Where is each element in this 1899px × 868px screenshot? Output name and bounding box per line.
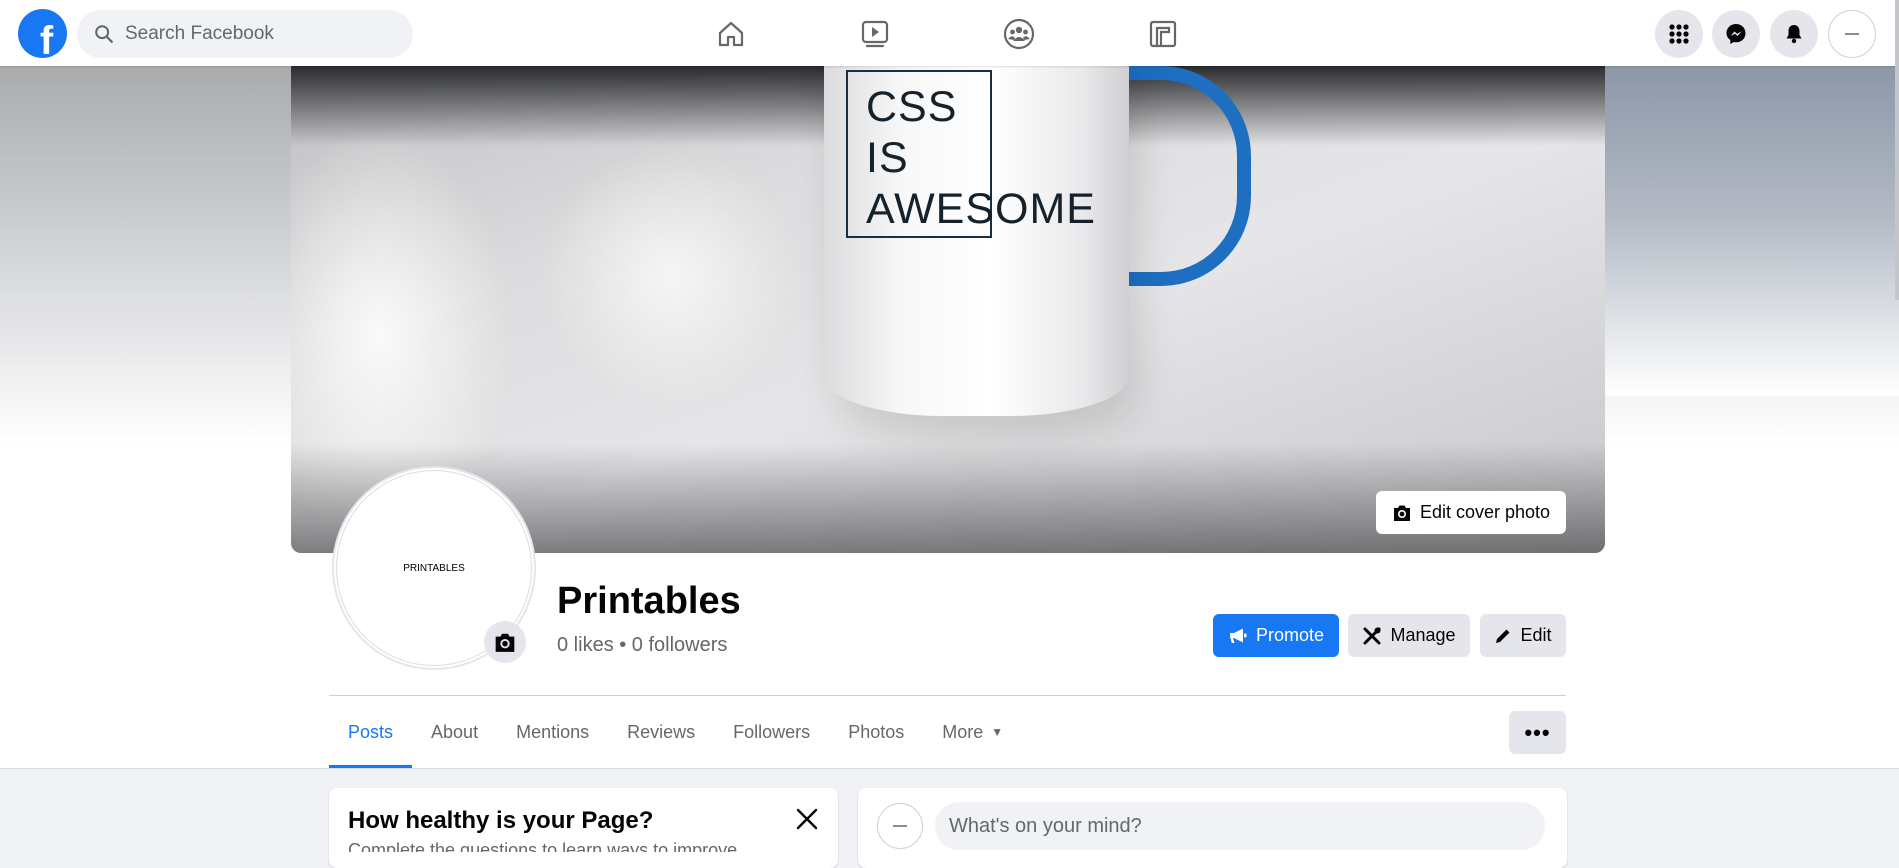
profile-picture-text: PRINTABLES	[403, 562, 465, 574]
tab-mentions[interactable]: Mentions	[497, 696, 608, 768]
logo-letter: f	[39, 19, 54, 58]
mug-text-line: IS	[866, 134, 909, 182]
mug-text: CSS IS AWESOME	[866, 82, 1096, 235]
composer-input[interactable]: What's on your mind?	[935, 802, 1545, 850]
tab-more[interactable]: More ▼	[923, 696, 1022, 768]
tab-label: About	[431, 721, 479, 742]
tab-label: Reviews	[627, 721, 696, 742]
cover-photo[interactable]: CSS IS AWESOME	[291, 66, 1605, 553]
page-title: Printables	[557, 580, 741, 622]
tab-followers[interactable]: Followers	[714, 696, 829, 768]
avatar[interactable]	[877, 803, 923, 849]
menu-grid-icon[interactable]	[1655, 10, 1703, 58]
gaming-icon-svg	[1149, 20, 1177, 48]
groups-icon[interactable]	[997, 12, 1041, 56]
chevron-down-icon: ▼	[991, 725, 1004, 739]
mug-text-line: CSS	[866, 83, 958, 131]
megaphone-icon	[1229, 628, 1247, 643]
manage-button[interactable]: Manage	[1348, 614, 1470, 657]
watch-icon[interactable]	[853, 12, 897, 56]
tab-photos[interactable]: Photos	[829, 696, 923, 768]
tab-reviews[interactable]: Reviews	[608, 696, 714, 768]
tools-icon	[1363, 627, 1381, 644]
notifications-icon[interactable]	[1770, 10, 1818, 58]
more-options-icon: •••	[1524, 719, 1551, 745]
page-stats[interactable]: 0 likes • 0 followers	[557, 634, 727, 657]
menu-grid-icon-svg	[1669, 24, 1689, 44]
page-tabs: Posts About Mentions Reviews Followers P…	[329, 696, 1022, 768]
gaming-icon[interactable]	[1141, 12, 1185, 56]
promote-button[interactable]: Promote	[1213, 614, 1339, 657]
watch-icon-svg	[861, 20, 889, 48]
page-health-title: How healthy is your Page?	[348, 807, 654, 834]
cover-background-tint	[1599, 66, 1899, 396]
post-composer-card: What's on your mind?	[858, 788, 1567, 868]
tab-label: More	[942, 721, 984, 742]
tab-label: Mentions	[516, 721, 590, 742]
tab-label: Photos	[848, 721, 905, 742]
edit-cover-photo-label: Edit cover photo	[1419, 502, 1551, 522]
edit-button[interactable]: Edit	[1480, 614, 1566, 657]
search-icon	[95, 25, 113, 43]
groups-icon-svg	[1003, 18, 1035, 50]
camera-icon	[495, 633, 515, 652]
edit-cover-photo-button[interactable]: Edit cover photo	[1376, 491, 1566, 534]
tab-label: Followers	[733, 721, 811, 742]
update-profile-picture-button[interactable]	[484, 621, 526, 663]
edit-label: Edit	[1520, 625, 1552, 645]
tab-posts[interactable]: Posts	[329, 696, 413, 768]
facebook-logo-icon[interactable]: f	[18, 9, 67, 58]
composer-placeholder: What's on your mind?	[949, 814, 1142, 837]
home-icon[interactable]	[709, 12, 753, 56]
tab-about[interactable]: About	[412, 696, 497, 768]
promote-label: Promote	[1255, 625, 1325, 645]
close-icon[interactable]	[792, 804, 822, 834]
home-icon-svg	[718, 21, 744, 47]
messenger-icon[interactable]	[1712, 10, 1760, 58]
avatar-placeholder	[893, 825, 907, 827]
page-health-subtitle: Complete the questions to learn ways to …	[348, 840, 738, 852]
account-icon[interactable]	[1828, 10, 1876, 58]
pencil-icon	[1496, 629, 1510, 643]
scrollbar[interactable]	[1895, 0, 1899, 300]
page-health-card: How healthy is your Page? Complete the q…	[329, 788, 838, 868]
avatar-placeholder	[1845, 33, 1859, 35]
search-input[interactable]	[123, 22, 407, 46]
cover-photo-glow	[541, 146, 801, 406]
bell-icon	[1786, 25, 1802, 44]
more-options-button[interactable]: •••	[1509, 711, 1566, 754]
messenger-icon-svg	[1726, 24, 1746, 44]
tab-label: Posts	[348, 721, 394, 742]
camera-icon	[1393, 505, 1410, 521]
search-bar[interactable]	[77, 10, 413, 58]
tabs-bottom-border	[0, 768, 1899, 769]
top-navigation-bar: f	[0, 0, 1899, 66]
manage-label: Manage	[1390, 625, 1456, 645]
mug-text-line: AWESOME	[866, 185, 1096, 233]
